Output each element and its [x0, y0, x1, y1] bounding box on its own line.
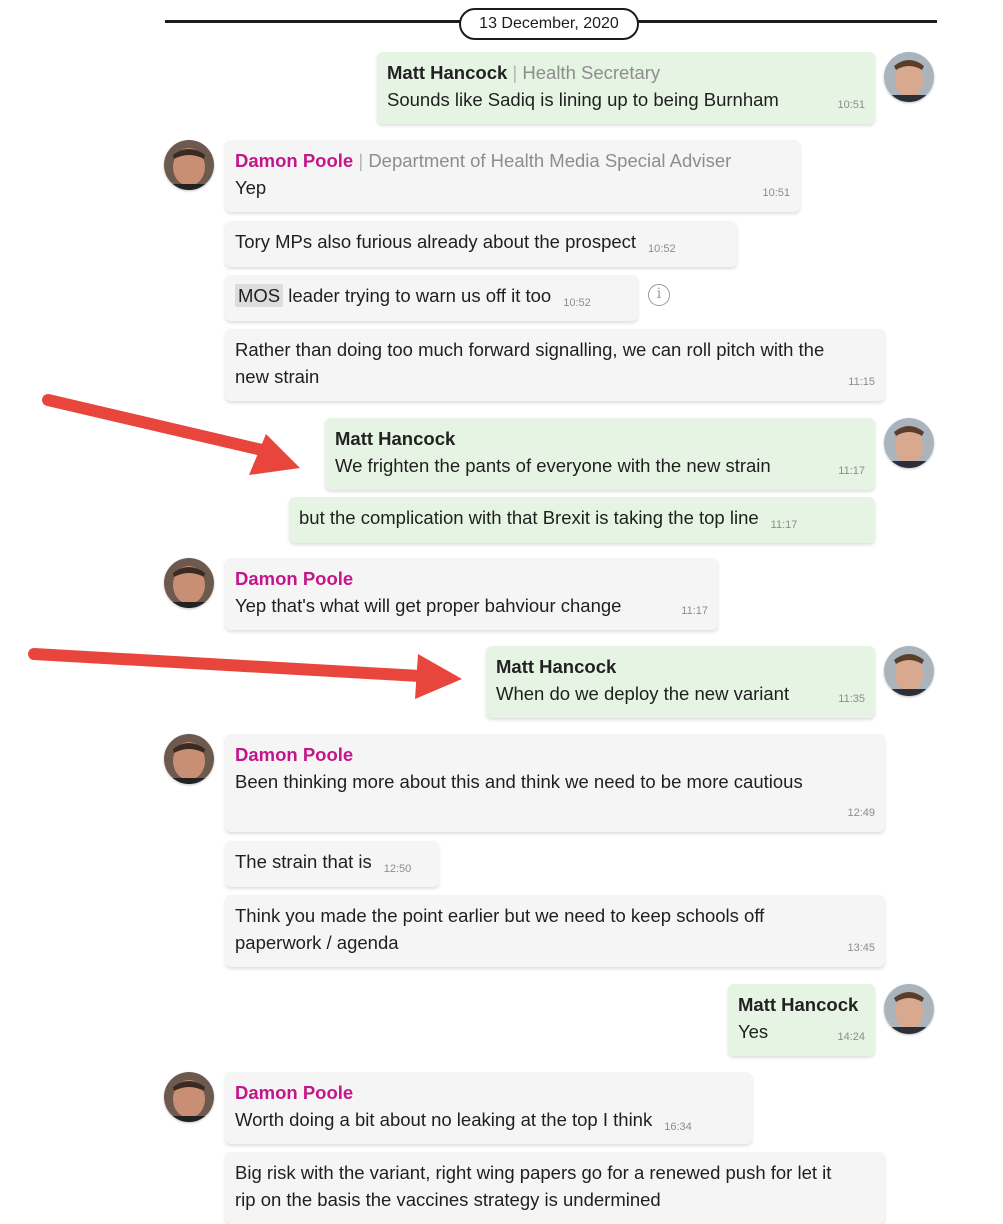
- message-text: Think you made the point earlier but we …: [235, 905, 765, 953]
- message-text: Yep: [235, 177, 267, 198]
- sender-name: Matt Hancock: [496, 656, 617, 677]
- message-text: leader trying to warn us off it too: [288, 285, 552, 306]
- message-time: 16:34: [664, 1121, 692, 1133]
- message-time: 12:49: [847, 807, 875, 819]
- date-separator: 13 December, 2020: [459, 8, 639, 40]
- message-time: 13:45: [847, 942, 875, 954]
- message-bubble[interactable]: Damon Poole Been thinking more about thi…: [225, 734, 885, 832]
- sender-name: Damon Poole: [235, 744, 354, 765]
- red-arrow-icon: [415, 654, 462, 699]
- message-time: 14:24: [837, 1031, 865, 1043]
- message-text: Worth doing a bit about no leaking at th…: [235, 1109, 653, 1130]
- message-text: Been thinking more about this and think …: [235, 771, 803, 792]
- message-bubble[interactable]: The strain that is 12:50: [225, 841, 439, 887]
- info-circle-icon[interactable]: i: [648, 284, 670, 306]
- message-bubble[interactable]: MOS leader trying to warn us off it too 1…: [225, 275, 638, 321]
- message-bubble[interactable]: Matt Hancock Yes 14:24: [728, 984, 875, 1056]
- message-bubble[interactable]: Matt Hancock We frighten the pants of ev…: [325, 418, 875, 490]
- sender-name: Matt Hancock: [387, 62, 508, 83]
- message-bubble[interactable]: Matt Hancock When do we deploy the new v…: [486, 646, 875, 718]
- sender-name: Damon Poole: [235, 150, 354, 171]
- avatar-damon-poole[interactable]: [164, 734, 214, 784]
- message-text: Rather than doing too much forward signa…: [235, 339, 825, 387]
- sender-name: Damon Poole: [235, 1082, 354, 1103]
- message-text: Yep that's what will get proper bahviour…: [235, 595, 622, 616]
- message-text: but the complication with that Brexit is…: [299, 507, 759, 528]
- message-text: When do we deploy the new variant: [496, 683, 790, 704]
- message-time: 10:52: [563, 297, 591, 309]
- avatar-matt-hancock[interactable]: [884, 52, 934, 102]
- avatar-matt-hancock[interactable]: [884, 418, 934, 468]
- message-text: We frighten the pants of everyone with t…: [335, 455, 771, 476]
- message-time: 10:52: [648, 243, 676, 255]
- message-time: 12:50: [383, 863, 412, 875]
- red-arrow-icon: [42, 394, 268, 456]
- message-time: 10:51: [762, 187, 790, 199]
- sender-role: Department of Health Media Special Advis…: [358, 150, 731, 171]
- message-time: 11:17: [681, 605, 708, 617]
- message-bubble[interactable]: Damon Poole Department of Health Media S…: [225, 140, 800, 212]
- message-bubble[interactable]: Big risk with the variant, right wing pa…: [225, 1152, 885, 1224]
- message-text: Big risk with the variant, right wing pa…: [235, 1162, 832, 1210]
- sender-name: Matt Hancock: [738, 994, 859, 1015]
- avatar-matt-hancock[interactable]: [884, 646, 934, 696]
- message-bubble[interactable]: Think you made the point earlier but we …: [225, 895, 885, 967]
- redacted-chip: MOS: [235, 284, 284, 307]
- avatar-matt-hancock[interactable]: [884, 984, 934, 1034]
- message-bubble[interactable]: Rather than doing too much forward signa…: [225, 329, 885, 401]
- message-bubble[interactable]: but the complication with that Brexit is…: [289, 497, 875, 543]
- sender-name: Matt Hancock: [335, 428, 456, 449]
- sender-role: Health Secretary: [512, 62, 660, 83]
- message-bubble[interactable]: Tory MPs also furious already about the …: [225, 221, 737, 267]
- message-text: Tory MPs also furious already about the …: [235, 231, 637, 252]
- sender-name: Damon Poole: [235, 568, 354, 589]
- message-time: 11:35: [838, 693, 865, 705]
- message-bubble[interactable]: Damon Poole Worth doing a bit about no l…: [225, 1072, 752, 1144]
- red-arrow-icon: [249, 434, 300, 475]
- message-bubble[interactable]: Matt Hancock Health Secretary Sounds lik…: [377, 52, 875, 124]
- red-arrow-icon: [28, 648, 426, 682]
- message-time: 11:17: [838, 465, 865, 477]
- message-text: Sounds like Sadiq is lining up to being …: [387, 89, 779, 110]
- message-bubble[interactable]: Damon Poole Yep that's what will get pro…: [225, 558, 718, 630]
- avatar-damon-poole[interactable]: [164, 1072, 214, 1122]
- message-text: The strain that is: [235, 851, 372, 872]
- message-time: 11:17: [770, 519, 798, 531]
- avatar-damon-poole[interactable]: [164, 140, 214, 190]
- message-time: 10:51: [837, 99, 865, 111]
- avatar-damon-poole[interactable]: [164, 558, 214, 608]
- message-time: 11:15: [848, 376, 875, 388]
